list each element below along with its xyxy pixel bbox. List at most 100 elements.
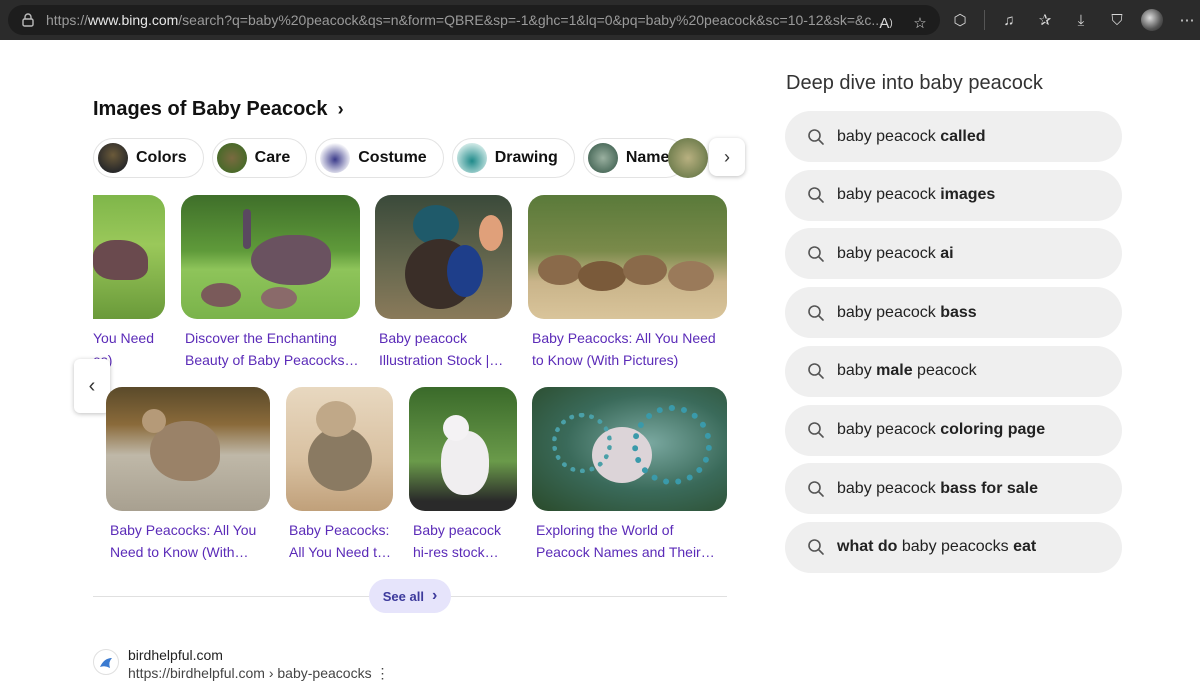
downloads-icon[interactable]: ⤓ [1069, 8, 1093, 32]
chip-thumbnail [216, 143, 247, 173]
chip-thumbnail [320, 143, 351, 173]
suggestion-text: baby peacock images [837, 186, 995, 204]
result-site-name[interactable]: birdhelpful.com [128, 647, 223, 663]
result-site-url[interactable]: https://birdhelpful.com › baby-peacocks … [128, 665, 389, 682]
see-all-label: See all [382, 588, 424, 604]
caption-line: Discover the Enchanting [185, 330, 337, 346]
suggestion-text: baby peacock coloring page [837, 421, 1045, 439]
caption-line: Baby Peacocks: All You [110, 522, 257, 538]
caption-line: Baby peacock [413, 522, 501, 538]
suggestion-bold-part: called [940, 127, 986, 145]
more-menu-icon[interactable]: ⋯ [1175, 8, 1199, 32]
image-caption[interactable]: Baby Peacocks: All You Need t… [289, 519, 391, 563]
search-icon [808, 187, 824, 203]
suggestion-normal-part: baby [837, 362, 877, 380]
chip-thumbnail [98, 143, 128, 173]
search-icon [808, 246, 824, 262]
chip-thumbnail [456, 143, 487, 173]
image-caption[interactable]: Baby peacock Illustration Stock |… [379, 327, 503, 371]
related-search-suggestion[interactable]: baby peacock bass for sale [785, 463, 1122, 515]
browser-toolbar: https://www.bing.com/search?q=baby%20pea… [0, 0, 1200, 40]
suggestion-normal-part: baby peacocks [897, 538, 1014, 556]
profile-avatar[interactable] [1141, 9, 1163, 31]
more-options-icon[interactable]: ⋮ [375, 665, 389, 681]
images-section-title[interactable]: Images of Baby Peacock › [93, 98, 344, 121]
see-all-button[interactable]: See all › [369, 579, 451, 613]
chip-colors[interactable]: Colors [93, 138, 204, 178]
image-tile[interactable] [181, 195, 360, 319]
suggestion-text: baby male peacock [837, 362, 977, 380]
related-search-suggestion[interactable]: baby peacock ai [785, 228, 1122, 280]
deep-dive-title: Deep dive into baby peacock [786, 72, 1043, 94]
bird-icon [100, 658, 112, 668]
caption-line: Illustration Stock |… [379, 352, 504, 368]
image-caption[interactable]: Baby peacock hi-res stock… [413, 519, 501, 563]
related-search-suggestion[interactable]: baby male peacock [785, 345, 1122, 397]
carousel-prev-button[interactable]: ‹ [74, 359, 110, 413]
url-text[interactable]: https://www.bing.com/search?q=baby%20pea… [46, 12, 886, 28]
image-caption[interactable]: Exploring the World of Peacock Names and… [536, 519, 715, 563]
chevron-right-icon: › [724, 146, 730, 167]
related-search-suggestion[interactable]: baby peacock called [785, 111, 1122, 162]
image-tile[interactable] [375, 195, 512, 319]
image-tile[interactable] [106, 387, 270, 511]
image-caption[interactable]: Baby Peacocks: All You Need to Know (Wit… [110, 519, 256, 563]
chevron-right-icon: › [431, 587, 438, 604]
filter-chips: Colors Care Costume Drawing Name [93, 138, 687, 178]
favorites-icon[interactable]: ✰ [1033, 8, 1057, 32]
caption-line: Peacock Names and Their… [536, 544, 715, 560]
caption-line: Exploring the World of [536, 522, 674, 538]
browser-essentials-icon[interactable]: ⛉ [1105, 8, 1129, 32]
image-tile[interactable] [409, 387, 517, 511]
suggestion-text: baby peacock called [837, 128, 986, 146]
suggestion-bold-part: ai [940, 244, 954, 262]
suggestion-bold-part: bass [940, 303, 977, 321]
suggestion-bold-part: what do [837, 538, 898, 556]
extensions-icon[interactable]: ⬡ [948, 8, 972, 32]
related-search-suggestion[interactable]: baby peacock coloring page [785, 404, 1122, 456]
image-tile[interactable] [93, 195, 165, 319]
suggestion-bold-part: bass for sale [940, 479, 1039, 497]
address-bar[interactable]: https://www.bing.com/search?q=baby%20pea… [8, 5, 940, 35]
chip-label: Drawing [494, 149, 558, 166]
caption-line: Baby Peacocks: [289, 522, 390, 538]
suggestion-text: baby peacock bass for sale [837, 480, 1038, 498]
caption-line: Baby peacock [379, 330, 467, 346]
chip-costume[interactable]: Costume [315, 138, 444, 178]
chip-label: Costume [358, 149, 427, 166]
chip-partial-thumbnail[interactable] [668, 138, 708, 178]
suggestion-normal-part: peacock [912, 362, 977, 380]
chips-next-button[interactable]: › [709, 138, 745, 176]
caption-line: to Know (With Pictures) [532, 352, 679, 368]
caption-line: You Need [93, 330, 154, 346]
image-tile[interactable] [286, 387, 393, 511]
image-caption[interactable]: Baby Peacocks: All You Need to Know (Wit… [532, 327, 716, 371]
suggestion-bold-part: coloring page [940, 421, 1046, 438]
chip-drawing[interactable]: Drawing [451, 138, 575, 178]
image-tile[interactable] [528, 195, 727, 319]
search-icon [808, 480, 824, 497]
url-host: www.bing.com [88, 12, 179, 28]
toolbar-separator [984, 10, 985, 30]
suggestion-text: baby peacock bass [837, 304, 977, 322]
search-icon [808, 128, 824, 145]
url-path: /search?q=baby%20peacock&qs=n&form=QBRE&… [178, 12, 884, 28]
favorite-star-icon[interactable]: ☆ [908, 11, 932, 35]
related-search-suggestion[interactable]: baby peacock bass [785, 287, 1122, 339]
chip-label: Care [254, 149, 291, 166]
read-aloud-icon[interactable]: A) [874, 11, 898, 35]
suggestion-bold-part: eat [1013, 538, 1037, 556]
related-search-suggestion[interactable]: what do baby peacocks eat [785, 521, 1122, 573]
caption-line: Baby Peacocks: All You Need [532, 330, 716, 346]
image-tile[interactable] [532, 387, 727, 511]
image-caption[interactable]: Discover the Enchanting Beauty of Baby P… [185, 327, 359, 371]
chip-care[interactable]: Care [211, 138, 308, 178]
caption-line: All You Need t… [289, 544, 391, 560]
site-favicon[interactable] [93, 649, 119, 675]
media-control-icon[interactable]: ♫ [997, 8, 1021, 32]
related-search-suggestion[interactable]: baby peacock images [785, 169, 1122, 221]
suggestion-normal-part: baby peacock [837, 186, 941, 204]
chevron-left-icon: ‹ [88, 374, 96, 397]
caption-line: Beauty of Baby Peacocks… [185, 352, 359, 368]
chip-label: Name [625, 149, 670, 166]
